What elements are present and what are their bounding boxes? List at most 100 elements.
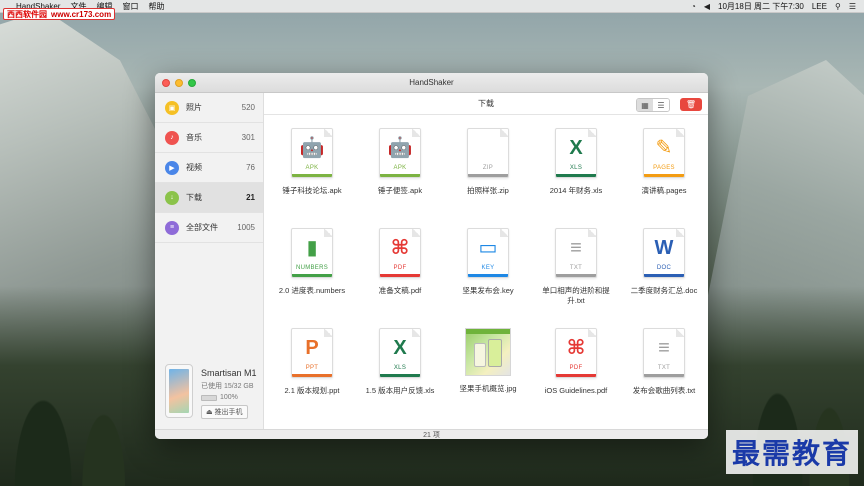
file-item[interactable]: X XLS 2014 年财务.xls xyxy=(532,123,620,223)
file-item[interactable]: ▮ NUMBERS 2.0 进度表.numbers xyxy=(268,223,356,323)
menu-help[interactable]: 帮助 xyxy=(148,1,164,12)
file-name: 二季度财务汇总.doc xyxy=(630,286,698,295)
file-item[interactable]: ≡ TXT 发布会歌曲列表.txt xyxy=(620,323,708,423)
notification-center-icon[interactable]: ☰ xyxy=(849,2,856,11)
file-name: 拍照样张.zip xyxy=(467,186,509,195)
file-icon: ⌘ PDF xyxy=(379,228,421,278)
zoom-button[interactable] xyxy=(188,79,196,87)
file-type-glyph: 🤖 xyxy=(387,137,413,159)
watermark-brand: 西西软件园 xyxy=(7,10,47,19)
user-name[interactable]: LEE xyxy=(812,2,827,11)
file-ext-label: PPT xyxy=(305,365,319,371)
file-item[interactable]: ✎ PAGES 演讲稿.pages xyxy=(620,123,708,223)
file-item[interactable]: 🤖 APK 锤子科技论坛.apk xyxy=(268,123,356,223)
search-icon[interactable]: ⚲ xyxy=(835,2,841,11)
handshaker-window: HandShaker ▣ 照片 520 ♪ 音乐 301 ▶ 视频 76 ↓ 下载 21 ≡ 全部文件 10… xyxy=(155,73,708,439)
device-name: Smartisan M1 xyxy=(201,368,257,378)
file-ext-label: XLS xyxy=(569,165,583,171)
music-icon: ♪ xyxy=(165,130,179,145)
title-bar[interactable]: HandShaker xyxy=(155,73,708,93)
file-item[interactable]: 坚果手机概览.jpg xyxy=(444,323,532,423)
file-type-glyph: ≡ xyxy=(570,237,582,259)
view-toggle: ▦ ☰ xyxy=(636,98,670,112)
file-icon: ≡ TXT xyxy=(555,228,597,278)
sidebar-item[interactable]: ≡ 全部文件 1005 xyxy=(155,213,263,242)
watermark-top: 西西软件园 www.cr173.com xyxy=(3,8,116,20)
file-type-glyph: ✎ xyxy=(655,137,673,159)
sidebar-item-label: 下载 xyxy=(186,193,202,202)
toolbar: 下载 ▦ ☰ 🗑 xyxy=(264,93,708,115)
item-count: 21 项 xyxy=(423,431,440,439)
file-item[interactable]: X XLS 1.5 版本用户反馈.xls xyxy=(356,323,444,423)
file-item[interactable]: ▭ KEY 坚果发布会.key xyxy=(444,223,532,323)
file-ext-label: NUMBERS xyxy=(295,265,329,271)
file-ext-label: XLS xyxy=(393,365,407,371)
trash-button[interactable]: 🗑 xyxy=(680,98,702,111)
file-icon: X XLS xyxy=(555,128,597,178)
sidebar-item-count: 21 xyxy=(246,193,255,202)
file-name: 2.1 版本规划.ppt xyxy=(284,386,340,395)
file-name: 锤子科技论坛.apk xyxy=(282,186,342,195)
phone-image xyxy=(165,364,193,418)
eject-phone-button[interactable]: ⏏ 推出手机 xyxy=(201,405,248,419)
folder-title: 下载 xyxy=(478,99,494,108)
sidebar-item[interactable]: ▶ 视频 76 xyxy=(155,153,263,182)
file-icon: ▭ KEY xyxy=(467,228,509,278)
file-item[interactable]: P PPT 2.1 版本规划.ppt xyxy=(268,323,356,423)
sidebar-item-label: 全部文件 xyxy=(186,223,218,232)
battery-icon xyxy=(201,394,217,401)
wifi-icon[interactable]: ◔ xyxy=(691,2,696,11)
sidebar-item-count: 520 xyxy=(241,103,255,112)
file-item[interactable]: W DOC 二季度财务汇总.doc xyxy=(620,223,708,323)
sidebar-item-label: 视频 xyxy=(186,163,202,172)
volume-icon[interactable]: ◀ xyxy=(704,2,710,11)
file-icon: 🤖 APK xyxy=(379,128,421,178)
grid-view-button[interactable]: ▦ xyxy=(637,99,653,111)
file-ext-label: APK xyxy=(305,165,319,171)
file-icon: 🤖 APK xyxy=(291,128,333,178)
file-name: 2014 年财务.xls xyxy=(549,186,603,195)
file-item[interactable]: 🤖 APK 锤子便签.apk xyxy=(356,123,444,223)
sidebar-item-label: 照片 xyxy=(186,103,202,112)
file-type-glyph: ▮ xyxy=(306,237,318,259)
file-item[interactable]: ⌘ PDF 准备文稿.pdf xyxy=(356,223,444,323)
battery-level: 100% xyxy=(220,394,238,401)
file-name: 发布会歌曲列表.txt xyxy=(632,386,696,395)
clock[interactable]: 10月18日 周二 下午7:30 xyxy=(718,1,804,12)
close-button[interactable] xyxy=(162,79,170,87)
file-ext-label: TXT xyxy=(657,365,671,371)
file-ext-label: DOC xyxy=(656,265,672,271)
file-ext-label: PAGES xyxy=(653,165,675,171)
photo-icon: ▣ xyxy=(165,100,179,115)
file-ext-label: ZIP xyxy=(482,165,494,171)
file-item[interactable]: ≡ TXT 单口相声的进阶和提升.txt xyxy=(532,223,620,323)
sidebar-item-label: 音乐 xyxy=(186,133,202,142)
file-name: iOS Guidelines.pdf xyxy=(544,386,608,395)
menu-window[interactable]: 窗口 xyxy=(122,1,138,12)
status-bar: 21 项 xyxy=(155,429,708,439)
minimize-button[interactable] xyxy=(175,79,183,87)
file-type-glyph: ⌘ xyxy=(390,237,410,259)
sidebar-item[interactable]: ♪ 音乐 301 xyxy=(155,123,263,152)
file-icon: P PPT xyxy=(291,328,333,378)
file-type-glyph: ≡ xyxy=(658,337,670,359)
file-type-glyph: X xyxy=(569,137,583,159)
file-item[interactable]: ZIP 拍照样张.zip xyxy=(444,123,532,223)
device-panel: Smartisan M1 已使用 15/32 GB 100% ⏏ 推出手机 xyxy=(165,364,257,419)
download-icon: ↓ xyxy=(165,190,179,205)
file-ext-label: PDF xyxy=(393,265,407,271)
file-type-glyph: W xyxy=(654,237,674,259)
file-type-glyph: X xyxy=(393,337,407,359)
file-item[interactable]: ⌘ PDF iOS Guidelines.pdf xyxy=(532,323,620,423)
file-name: 坚果手机概览.jpg xyxy=(459,384,517,393)
file-icon: ⌘ PDF xyxy=(555,328,597,378)
sidebar-item[interactable]: ↓ 下载 21 xyxy=(155,183,263,212)
main-pane: 下载 ▦ ☰ 🗑 🤖 APK 锤子科技论坛.apk 🤖 APK 锤子便签.apk ZIP 拍照… xyxy=(264,93,708,429)
file-name: 演讲稿.pages xyxy=(641,186,687,195)
menu-bar: HandShaker 文件 编辑 窗口 帮助 ◔ ◀ 10月18日 周二 下午7… xyxy=(0,0,864,13)
list-view-button[interactable]: ☰ xyxy=(653,99,669,111)
window-title: HandShaker xyxy=(409,78,454,87)
file-name: 准备文稿.pdf xyxy=(378,286,422,295)
file-type-glyph: ▭ xyxy=(478,237,498,259)
sidebar-item[interactable]: ▣ 照片 520 xyxy=(155,93,263,122)
